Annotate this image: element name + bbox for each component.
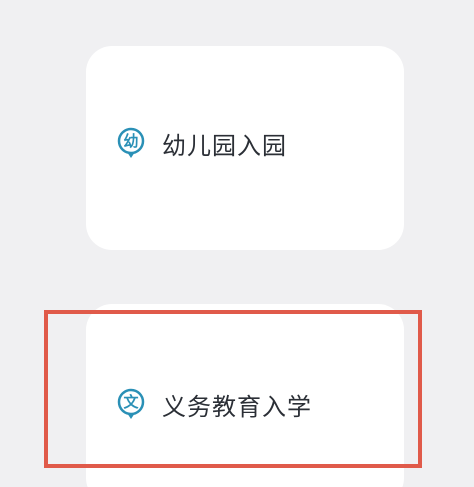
screen: 幼 幼儿园入园 文 义务教育入学 [0,0,474,487]
card-content: 幼 幼儿园入园 [116,126,287,166]
compulsory-education-enrollment-card[interactable]: 文 义务教育入学 [86,304,404,487]
card-label: 义务教育入学 [162,393,312,421]
kindergarten-enrollment-card[interactable]: 幼 幼儿园入园 [86,46,404,250]
badge-text: 幼 [123,131,139,150]
compulsory-education-badge-icon: 文 [116,387,146,427]
badge-text: 文 [123,392,139,411]
card-label: 幼儿园入园 [162,132,287,160]
kindergarten-badge-icon: 幼 [116,126,146,166]
card-content: 文 义务教育入学 [116,387,312,427]
